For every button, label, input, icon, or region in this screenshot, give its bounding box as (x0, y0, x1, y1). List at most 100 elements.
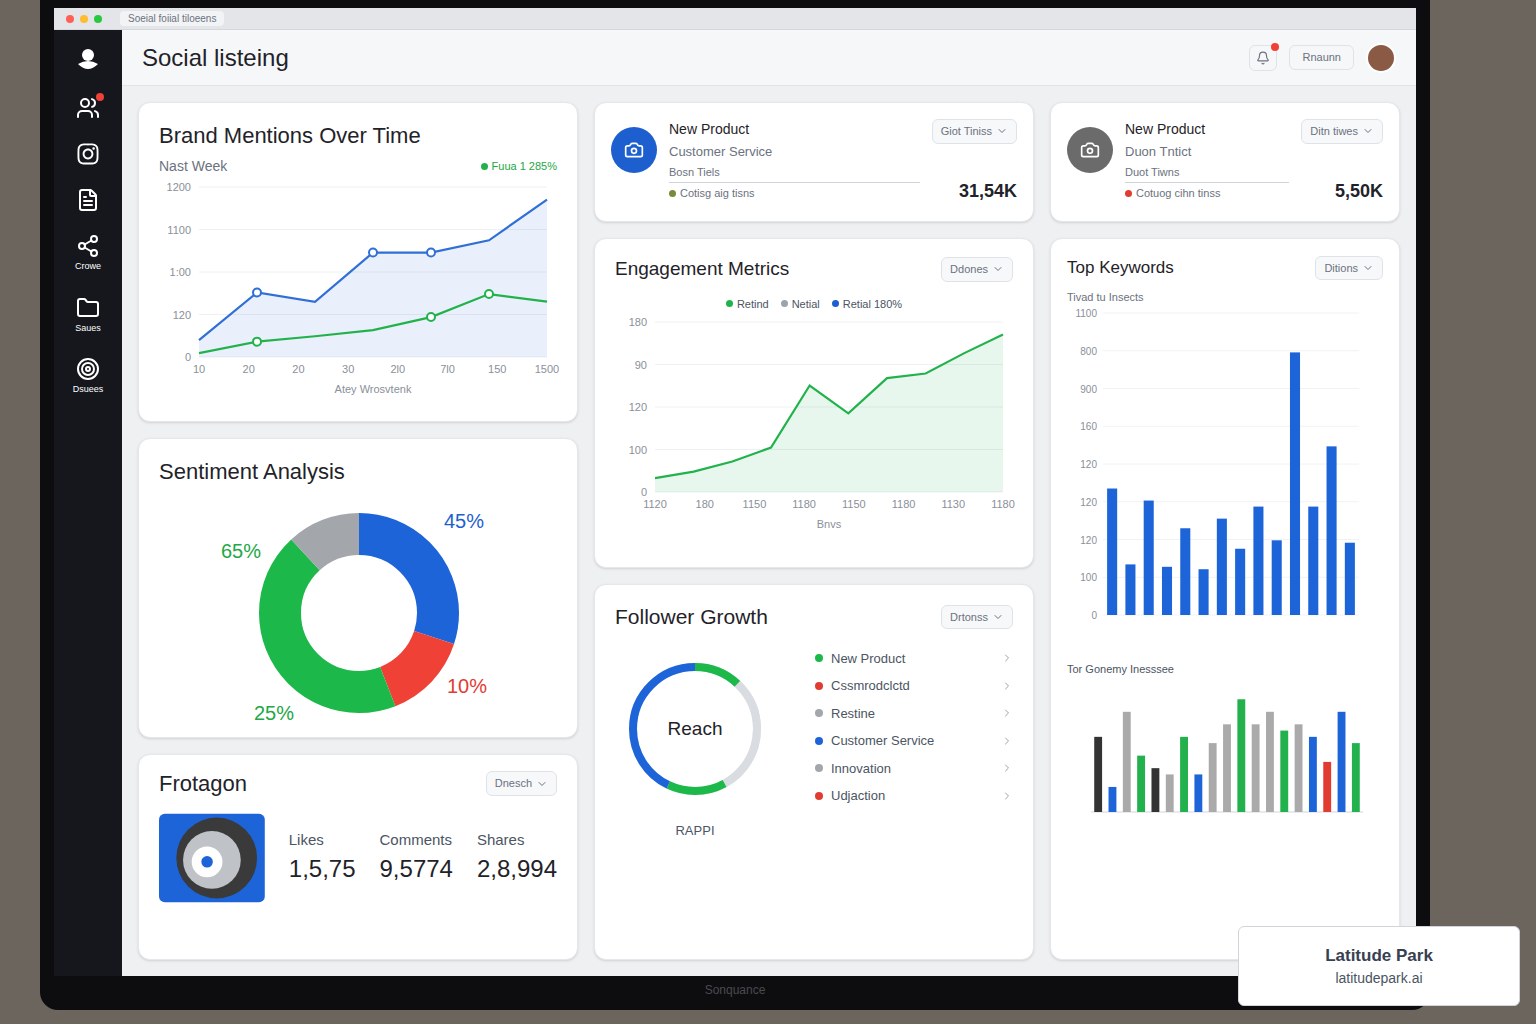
browser-tab[interactable]: Soeial foiial tiloeens (120, 11, 224, 26)
chevron-down-icon (1362, 125, 1374, 137)
card-subtitle: Tivad tu Insects (1067, 289, 1383, 306)
logo-icon[interactable] (74, 46, 102, 74)
chevron-right-icon (1001, 790, 1013, 802)
y-tick: 800 (1080, 346, 1097, 357)
topic-bar[interactable] (1223, 724, 1231, 812)
topic-bar[interactable] (1295, 724, 1303, 812)
legend-row[interactable]: New Product (815, 649, 1013, 669)
keyword-bar[interactable] (1345, 543, 1355, 615)
topic-bar[interactable] (1352, 743, 1360, 812)
keyword-bar[interactable] (1144, 501, 1154, 615)
topic-bar[interactable] (1338, 711, 1346, 811)
keyword-bar[interactable] (1235, 549, 1245, 615)
topic-bar[interactable] (1194, 774, 1202, 812)
topic-bar[interactable] (1237, 699, 1245, 812)
sidebar-item[interactable] (76, 96, 100, 120)
keyword-bar[interactable] (1199, 569, 1209, 615)
keyword-bar[interactable] (1162, 567, 1172, 615)
series-point[interactable] (369, 249, 377, 257)
donut-segment[interactable] (280, 534, 438, 692)
topic-bar[interactable] (1094, 736, 1102, 811)
y-tick: 120 (629, 401, 647, 413)
keyword-bar[interactable] (1107, 489, 1117, 615)
legend-row[interactable]: Udjaction (815, 786, 1013, 806)
legend-row[interactable]: Customer Service (815, 731, 1013, 751)
main: Social listeingRnaunnBrand Mentions Over… (122, 30, 1416, 976)
note-dot (669, 190, 676, 197)
series-point[interactable] (485, 290, 493, 298)
chevron-right-icon (1001, 707, 1013, 719)
legend-row[interactable]: Cssmrodclctd (815, 676, 1013, 696)
x-tick: 1150 (842, 498, 866, 510)
x-tick: 1130 (941, 498, 965, 510)
series-point[interactable] (253, 338, 261, 346)
keyword-bar[interactable] (1290, 352, 1300, 615)
sidebar-item[interactable] (76, 188, 100, 212)
x-tick: 7l0 (440, 363, 455, 375)
donut-segment[interactable] (280, 534, 438, 692)
post-dropdown[interactable]: Dnesch (486, 771, 557, 796)
y-tick: 900 (1080, 384, 1097, 395)
topic-bar[interactable] (1309, 736, 1317, 811)
stat-dropdown[interactable]: Giot Tiniss (932, 119, 1017, 144)
chart-subtitle: Tor Gonemy Inesssee (1067, 661, 1383, 678)
zoom-dot[interactable] (94, 15, 102, 23)
topic-bar[interactable] (1137, 755, 1145, 811)
browser-bar: Soeial foiial tiloeens (54, 8, 1416, 30)
engagement-chart: 1809012010001120180115011801150118011301… (615, 312, 1015, 532)
series-point[interactable] (427, 249, 435, 257)
topic-bar[interactable] (1109, 786, 1117, 811)
sidebar-item[interactable] (76, 142, 100, 166)
keywords-dropdown[interactable]: Ditions (1315, 256, 1383, 281)
series-point[interactable] (253, 289, 261, 297)
keyword-bar[interactable] (1253, 507, 1263, 615)
x-tick: 180 (696, 498, 714, 510)
topic-bar[interactable] (1323, 761, 1331, 811)
stat-icon (1067, 127, 1113, 173)
sidebar-item[interactable] (74, 46, 102, 74)
keyword-bar[interactable] (1327, 446, 1337, 615)
minimize-dot[interactable] (80, 15, 88, 23)
topic-bar[interactable] (1180, 736, 1188, 811)
header-button[interactable]: Rnaunn (1289, 45, 1354, 70)
close-dot[interactable] (66, 15, 74, 23)
header: Social listeingRnaunn (122, 30, 1416, 86)
keyword-bar[interactable] (1125, 564, 1135, 615)
donut-segment[interactable] (280, 534, 438, 692)
y-tick: 90 (635, 359, 647, 371)
engagement-dropdown[interactable]: Ddones (941, 257, 1013, 282)
series-area (655, 335, 1003, 492)
legend-row[interactable]: Innovation (815, 759, 1013, 779)
avatar[interactable] (1366, 43, 1396, 73)
sidebar-item[interactable]: Crowe (75, 234, 101, 274)
sidebar-item[interactable]: Saues (75, 296, 101, 336)
post-stat: Comments9,5774 (380, 829, 453, 888)
keyword-bar[interactable] (1217, 519, 1227, 615)
keyword-bar[interactable] (1180, 528, 1190, 615)
legend-row[interactable]: Restine (815, 704, 1013, 724)
topic-bar[interactable] (1209, 743, 1217, 812)
donut-segment[interactable] (280, 534, 438, 692)
topic-bar[interactable] (1123, 711, 1131, 811)
card-title: Sentiment Analysis (159, 455, 557, 488)
topic-bar[interactable] (1151, 768, 1159, 812)
topic-bar[interactable] (1252, 724, 1260, 812)
donut-label: 45% (444, 510, 484, 532)
topic-bar[interactable] (1266, 711, 1274, 811)
sidebar: Crowe Saues Dsuees (54, 30, 122, 976)
topic-bar[interactable] (1280, 730, 1288, 811)
keyword-bar[interactable] (1272, 540, 1282, 615)
follower-dropdown[interactable]: Drtonss (941, 605, 1013, 630)
monitor-bezel: Sonquance (54, 976, 1416, 1004)
follower-legend: New Product Cssmrodclctd Restine Customer S… (815, 649, 1013, 806)
series-point[interactable] (427, 313, 435, 321)
y-tick: 120 (1080, 535, 1097, 546)
stat-dropdown[interactable]: Ditn tiwes (1301, 119, 1383, 144)
keyword-bar[interactable] (1308, 507, 1318, 615)
legend-dot (815, 764, 823, 772)
sidebar-item[interactable]: Dsuees (73, 357, 104, 397)
legend-dot (481, 163, 488, 170)
topic-bar[interactable] (1166, 774, 1174, 812)
notification-button[interactable] (1249, 45, 1277, 71)
sidebar-icon (76, 296, 100, 320)
